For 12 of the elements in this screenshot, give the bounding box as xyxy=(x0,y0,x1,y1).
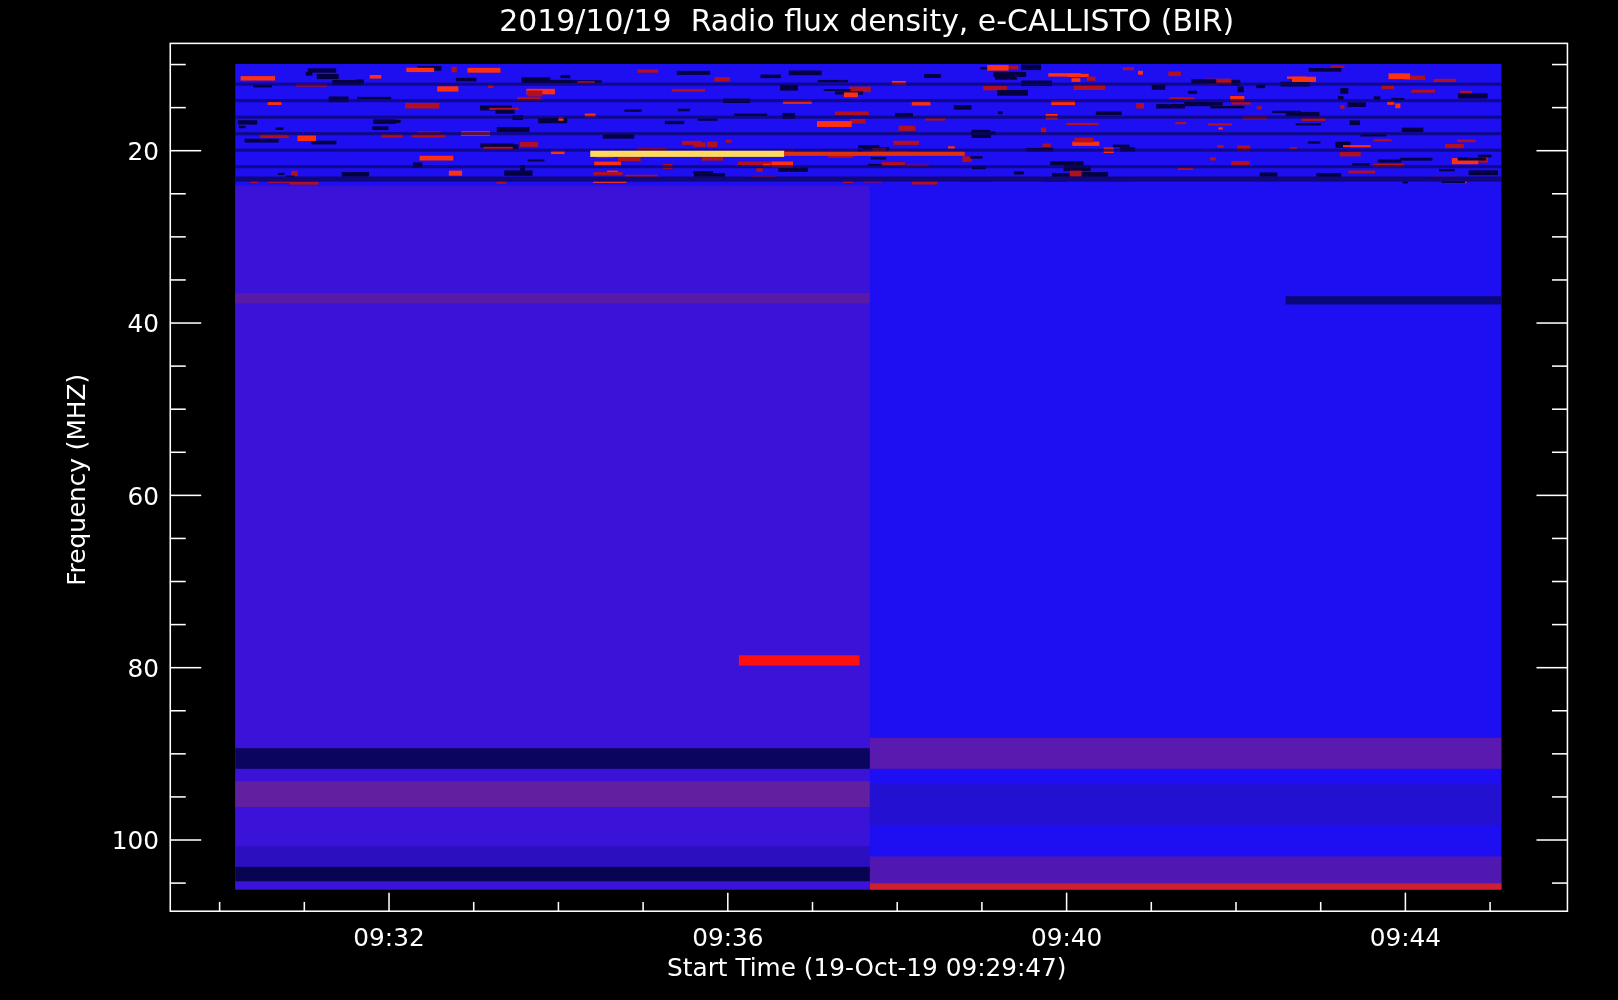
axis-tick-label: 80 xyxy=(127,653,159,683)
axis-tick-label: 40 xyxy=(127,309,159,339)
axis-tick-label: 09:32 xyxy=(353,923,425,953)
axis-tick-label: 09:36 xyxy=(692,923,764,953)
chart-title: 2019/10/19 Radio flux density, e-CALLISTO (BIR) xyxy=(499,3,1235,38)
axis-tick-label: 09:40 xyxy=(1030,923,1103,953)
axis-tick-label: 20 xyxy=(127,137,159,166)
axis-tick-label: 60 xyxy=(127,481,159,511)
axis-tick-label: 100 xyxy=(111,826,159,856)
axis-title: Frequency (MHZ) xyxy=(61,373,91,586)
axis-title: Start Time (19-Oct-19 09:29:47) xyxy=(667,953,1067,983)
axis-tick-label: 09:44 xyxy=(1369,923,1442,953)
